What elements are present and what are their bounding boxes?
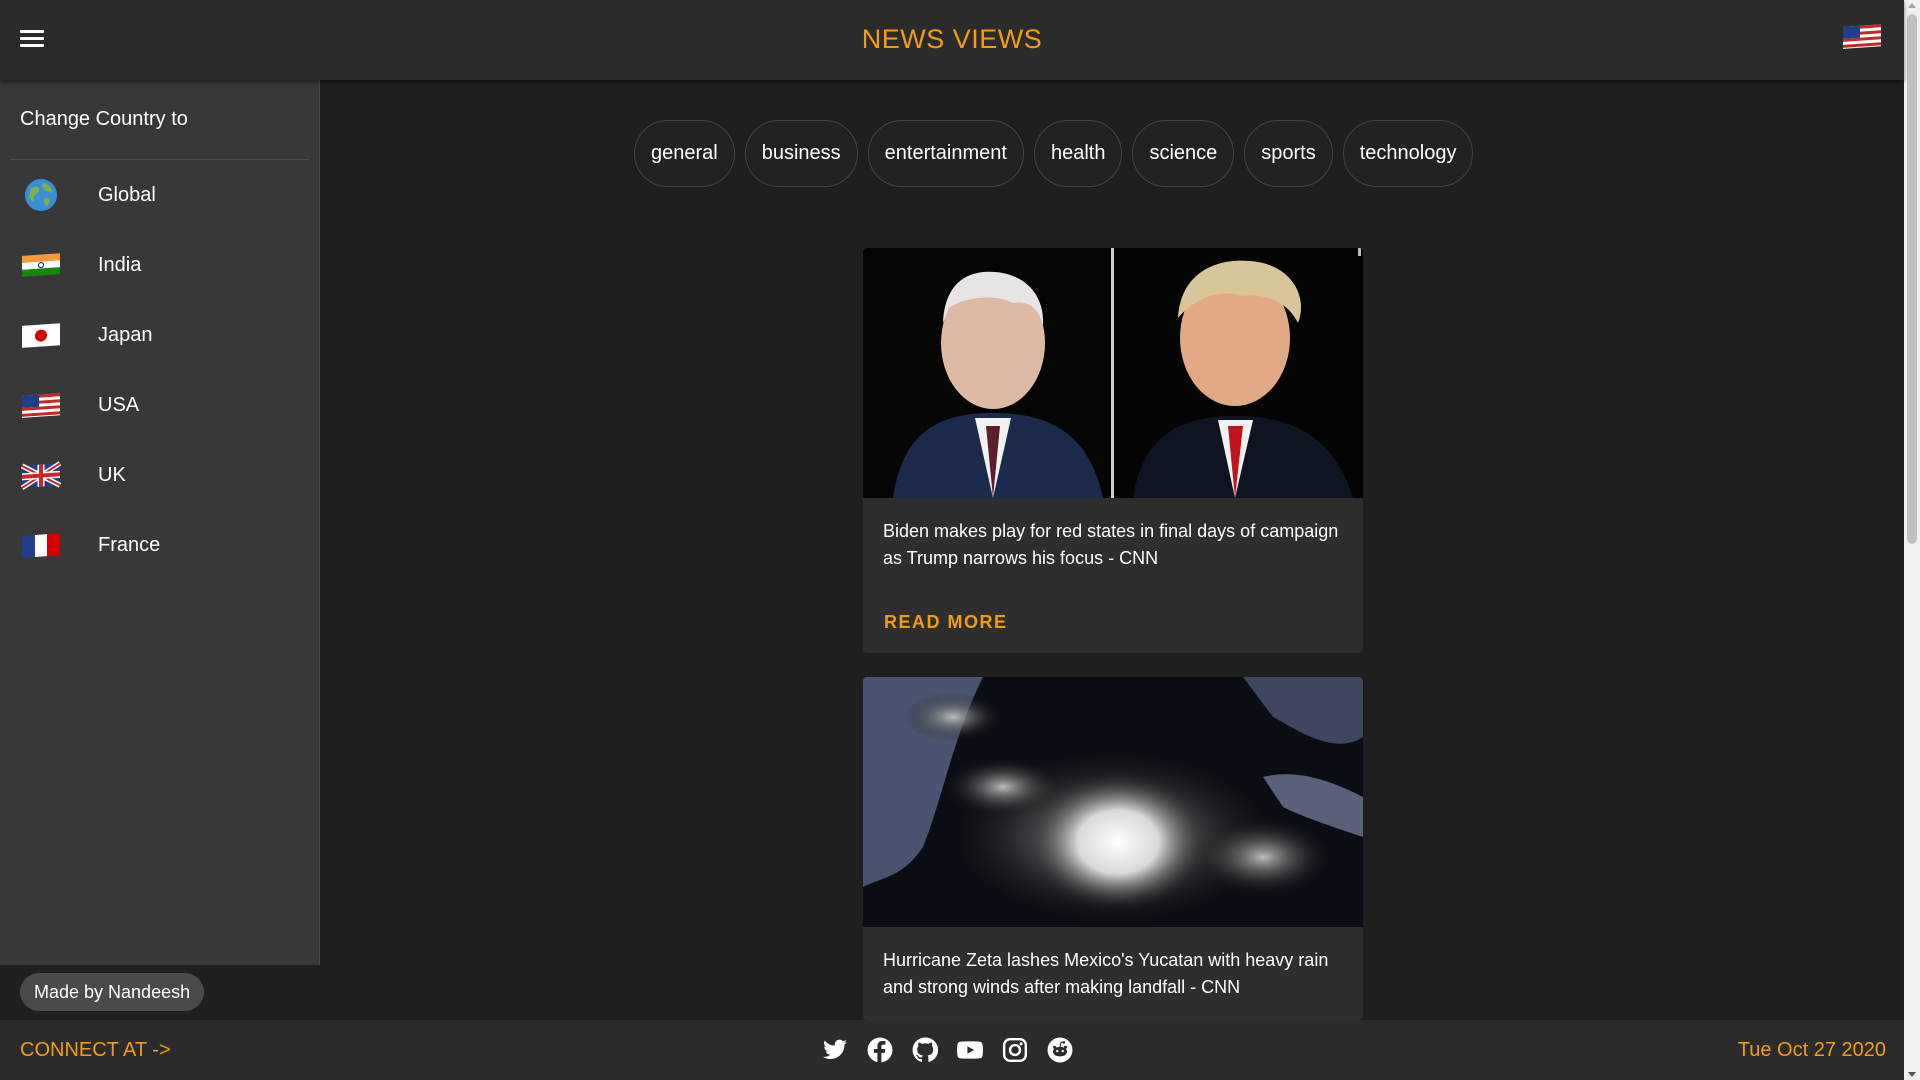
sidebar-item-usa[interactable]: USA <box>0 370 319 440</box>
footer-bar: CONNECT AT -> Tue Oct 27 2020 <box>0 1020 1904 1080</box>
usa-flag-icon <box>20 389 62 421</box>
category-chip-science[interactable]: science <box>1132 120 1235 187</box>
article-image[interactable] <box>863 248 1363 498</box>
sidebar-item-label: UK <box>98 463 126 486</box>
article-card: Hurricane Zeta lashes Mexico's Yucatan w… <box>863 677 1363 1020</box>
sidebar-item-label: Japan <box>98 323 153 346</box>
scroll-up-arrow-icon[interactable] <box>1908 3 1916 8</box>
reddit-icon[interactable] <box>1047 1037 1073 1063</box>
page-scrollbar[interactable] <box>1904 0 1920 1080</box>
country-drawer: Change Country to Global India Japan USA… <box>0 80 320 965</box>
github-icon[interactable] <box>912 1037 939 1063</box>
sidebar-item-label: France <box>98 533 161 556</box>
category-chip-health[interactable]: health <box>1033 120 1123 187</box>
article-image[interactable] <box>863 677 1363 927</box>
japan-flag-icon <box>20 319 62 351</box>
app-title: NEWS VIEWS <box>861 24 1043 54</box>
category-chips: general business entertainment health sc… <box>634 120 1474 187</box>
article-card: Biden makes play for red states in final… <box>863 248 1363 653</box>
sidebar-item-label: India <box>98 253 142 276</box>
sidebar-item-label: USA <box>98 393 140 416</box>
sidebar-item-label: Global <box>98 183 156 206</box>
sidebar-item-japan[interactable]: Japan <box>0 300 319 370</box>
usa-flag-icon[interactable] <box>1842 22 1882 57</box>
twitter-icon[interactable] <box>822 1037 848 1063</box>
made-by-chip[interactable]: Made by Nandeesh <box>20 973 205 1011</box>
scroll-down-arrow-icon[interactable] <box>1908 1072 1916 1077</box>
article-title: Biden makes play for red states in final… <box>883 521 1339 568</box>
sidebar-title: Change Country to <box>10 80 309 160</box>
social-links <box>822 1037 1073 1063</box>
category-chip-technology[interactable]: technology <box>1342 120 1474 187</box>
top-bar: NEWS VIEWS <box>0 0 1904 80</box>
connect-label: CONNECT AT -> <box>20 1039 171 1061</box>
current-date: Tue Oct 27 2020 <box>1737 1039 1886 1061</box>
article-title: Hurricane Zeta lashes Mexico's Yucatan w… <box>883 950 1329 997</box>
category-chip-entertainment[interactable]: entertainment <box>867 120 1024 187</box>
sidebar-item-france[interactable]: France <box>0 510 319 580</box>
youtube-icon[interactable] <box>957 1037 983 1063</box>
globe-icon <box>20 179 62 211</box>
france-flag-icon <box>20 529 62 561</box>
sidebar-item-uk[interactable]: UK <box>0 440 319 510</box>
made-by-area: Made by Nandeesh <box>0 965 320 1020</box>
instagram-icon[interactable] <box>1002 1037 1028 1063</box>
facebook-icon[interactable] <box>867 1037 893 1063</box>
uk-flag-icon <box>20 459 62 491</box>
read-more-button[interactable]: READ MORE <box>884 612 1008 633</box>
india-flag-icon <box>20 249 62 281</box>
category-chip-general[interactable]: general <box>634 120 735 187</box>
category-chip-business[interactable]: business <box>744 120 858 187</box>
scrollbar-thumb[interactable] <box>1907 14 1917 544</box>
category-chip-sports[interactable]: sports <box>1244 120 1333 187</box>
sidebar-item-india[interactable]: India <box>0 230 319 300</box>
sidebar-item-global[interactable]: Global <box>0 160 319 230</box>
news-views-app: NEWS VIEWS Change Country to Global Indi… <box>0 0 1920 1080</box>
